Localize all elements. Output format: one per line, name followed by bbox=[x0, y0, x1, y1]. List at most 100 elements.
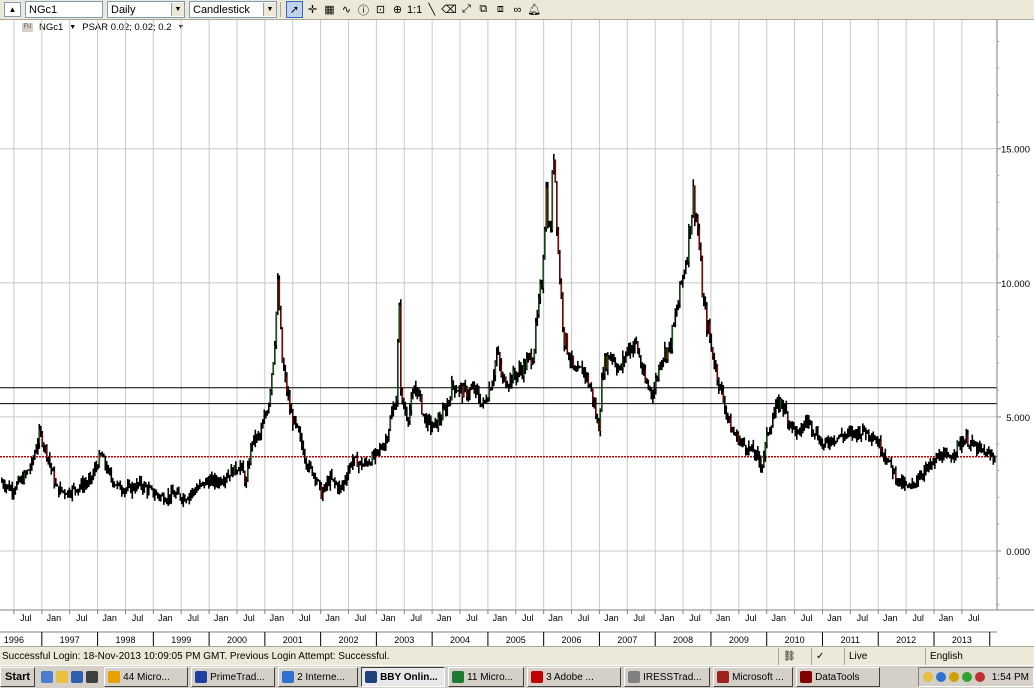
candle-body bbox=[320, 484, 322, 499]
price-bar bbox=[115, 484, 117, 486]
candle-body bbox=[397, 342, 399, 401]
price-bar bbox=[379, 442, 381, 457]
price-bar bbox=[686, 256, 689, 265]
symbol-input[interactable]: NGc1 bbox=[25, 1, 103, 18]
x-month-label: Jan bbox=[158, 613, 173, 623]
price-bar bbox=[653, 381, 656, 399]
app-icon bbox=[452, 671, 465, 683]
connection-status: Live bbox=[844, 648, 925, 665]
price-bar bbox=[508, 383, 510, 392]
tray-mail-icon[interactable] bbox=[922, 672, 933, 682]
price-bar bbox=[661, 359, 663, 371]
price-bar bbox=[676, 304, 678, 317]
price-bar bbox=[851, 425, 854, 441]
trendline-icon[interactable]: ╲ bbox=[424, 2, 439, 17]
crosshair-icon[interactable]: ✛ bbox=[305, 2, 320, 17]
price-bar bbox=[112, 477, 114, 488]
x-year-label: 2013 bbox=[952, 635, 972, 645]
x-month-label: Jul bbox=[20, 613, 32, 623]
price-chart[interactable]: 6.0895.4943.515 15.000 10.000 5.000 0.000 J… bbox=[0, 20, 1034, 646]
candle-body bbox=[530, 353, 532, 365]
price-bar bbox=[79, 484, 81, 493]
start-button[interactable]: Start bbox=[0, 667, 36, 687]
price-bar bbox=[578, 365, 581, 369]
taskbar-button[interactable]: PrimeTrad... bbox=[191, 667, 276, 687]
candle-body bbox=[697, 217, 699, 230]
price-bar bbox=[454, 385, 456, 398]
price-bar bbox=[974, 441, 977, 447]
link-icon[interactable]: ∞ bbox=[510, 2, 525, 17]
price-bar bbox=[1, 477, 3, 483]
price-bar bbox=[439, 411, 441, 426]
price-bar bbox=[146, 484, 149, 499]
candle-body bbox=[523, 362, 525, 377]
chart-style-select[interactable]: Candlestick ▼ bbox=[189, 1, 277, 18]
status-bar: Successful Login: 18-Nov-2013 10:09:05 P… bbox=[0, 646, 1034, 666]
wave-icon[interactable]: ∿ bbox=[339, 2, 354, 17]
tray-security-icon[interactable] bbox=[935, 672, 946, 682]
price-bar bbox=[116, 480, 119, 490]
tray-app-icon[interactable] bbox=[948, 672, 959, 682]
candle-body bbox=[272, 362, 274, 374]
candle-body bbox=[605, 355, 607, 370]
taskbar-button[interactable]: 44 Micro... bbox=[104, 667, 189, 687]
candle-body bbox=[494, 361, 496, 375]
tray-alert-icon[interactable] bbox=[974, 672, 985, 682]
price-bar bbox=[304, 448, 306, 464]
price-bar bbox=[254, 429, 257, 448]
pointer-icon[interactable]: ➚ bbox=[286, 1, 303, 18]
app-icon bbox=[628, 671, 641, 683]
price-bar bbox=[22, 471, 24, 485]
taskbar-button[interactable]: BBY Onlin... bbox=[361, 667, 446, 687]
candle-body bbox=[46, 446, 48, 458]
price-bar bbox=[422, 413, 425, 417]
price-bar bbox=[536, 309, 539, 327]
price-bar bbox=[67, 490, 69, 498]
alert-bell-icon[interactable]: 🔔︎ bbox=[527, 2, 542, 17]
copy-icon[interactable]: ⧉ bbox=[476, 2, 491, 17]
eraser-icon[interactable]: ⌫ bbox=[441, 2, 457, 17]
taskbar-button[interactable]: DataTools bbox=[796, 667, 881, 687]
price-bar bbox=[970, 440, 972, 452]
taskbar-button[interactable]: 11 Micro... bbox=[448, 667, 525, 687]
compare-icon[interactable]: ⧈ bbox=[493, 2, 508, 17]
price-bar bbox=[620, 363, 623, 371]
price-bar bbox=[943, 447, 945, 461]
quicklaunch-browser-icon[interactable] bbox=[71, 671, 84, 683]
x-year-label: 2007 bbox=[617, 635, 637, 645]
quicklaunch-media-icon[interactable] bbox=[86, 671, 99, 683]
taskbar-button[interactable]: IRESSTrad... bbox=[624, 667, 711, 687]
taskbar-button[interactable]: 2 Interne... bbox=[278, 667, 359, 687]
price-bar bbox=[946, 447, 948, 459]
zoom-icon[interactable]: ⊕ bbox=[390, 2, 405, 17]
taskbar-button[interactable]: Microsoft ... bbox=[713, 667, 794, 687]
price-bar bbox=[326, 475, 329, 491]
zoom-box-icon[interactable]: ⊡ bbox=[373, 2, 388, 17]
price-bar bbox=[347, 465, 350, 481]
price-bar bbox=[869, 435, 872, 442]
price-bar bbox=[473, 381, 476, 394]
expand-icon[interactable]: ⤢ bbox=[459, 2, 474, 17]
quicklaunch-ie-icon[interactable] bbox=[41, 671, 54, 683]
x-month-label: Jan bbox=[102, 613, 117, 623]
candle-body bbox=[700, 249, 702, 259]
taskbar-button[interactable]: 3 Adobe ... bbox=[527, 667, 622, 687]
x-year-label: 2004 bbox=[450, 635, 470, 645]
tray-network-icon[interactable] bbox=[961, 672, 972, 682]
y-tick-label: 0.000 bbox=[1006, 547, 1030, 558]
collapse-up-icon[interactable]: ▲ bbox=[4, 2, 21, 17]
zoom-reset-button[interactable]: 1:1 bbox=[407, 2, 422, 17]
candle-body bbox=[544, 228, 546, 260]
quicklaunch-folder-icon[interactable] bbox=[56, 671, 69, 683]
grid-icon[interactable]: ▦ bbox=[322, 2, 337, 17]
price-bar bbox=[482, 397, 485, 409]
price-bar bbox=[548, 220, 551, 228]
period-select[interactable]: Daily ▼ bbox=[107, 1, 185, 18]
info-icon[interactable]: ⓘ bbox=[356, 2, 371, 17]
price-bar bbox=[659, 361, 662, 371]
price-bar bbox=[94, 462, 96, 477]
candle-body bbox=[488, 388, 490, 400]
price-bar bbox=[800, 422, 803, 437]
price-bar bbox=[949, 454, 951, 459]
price-bar bbox=[823, 443, 825, 451]
